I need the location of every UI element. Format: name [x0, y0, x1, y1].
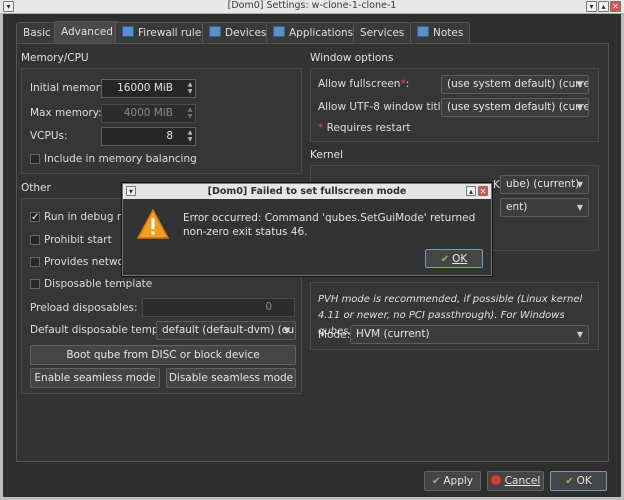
- fullscreen-label: Allow fullscreen*:: [318, 78, 410, 90]
- enable-seamless-button[interactable]: Enable seamless mode: [30, 368, 160, 388]
- initial-memory-stepper[interactable]: ▲ ▼: [186, 81, 194, 95]
- ok-check-icon: ✔: [431, 476, 441, 487]
- utf8-titles-label: Allow UTF-8 window titles*:: [318, 101, 461, 113]
- chevron-down-icon: ▼: [576, 203, 583, 212]
- mode-label: Mode:: [318, 329, 351, 341]
- warning-icon: [136, 208, 170, 242]
- chevron-down-icon: ▼: [576, 330, 583, 339]
- dialog-title: [Dom0] Failed to set fullscreen mode: [123, 184, 491, 199]
- initial-memory-field[interactable]: 16000 MiB: [101, 79, 196, 98]
- kernel-title: Kernel: [310, 149, 343, 161]
- other-title: Other: [21, 182, 51, 194]
- debug-mode-checkbox[interactable]: ✓: [30, 212, 40, 223]
- chevron-down-icon: ▼: [576, 103, 583, 112]
- window-options-title: Window options: [310, 52, 394, 64]
- tab-services[interactable]: Services: [353, 22, 412, 43]
- prohibit-start-checkbox[interactable]: [30, 235, 40, 245]
- kernel-select[interactable]: ube) (current) ▼: [500, 175, 589, 194]
- maximize-icon[interactable]: ▴: [598, 1, 609, 12]
- window-menu-icon[interactable]: ▾: [3, 1, 14, 12]
- initial-memory-label: Initial memory:: [30, 82, 110, 94]
- cancel-icon: [490, 475, 501, 485]
- requires-restart-note: * Requires restart: [318, 122, 411, 134]
- max-memory-stepper[interactable]: ▲ ▼: [186, 106, 194, 120]
- dialog-ok-button[interactable]: ✔ OK: [425, 249, 483, 268]
- ok-button[interactable]: ✔ OK: [550, 471, 607, 491]
- minimize-icon[interactable]: ▾: [586, 1, 597, 12]
- window-titlebar: [Dom0] Settings: w-clone-1-clone-1: [0, 0, 624, 14]
- dialog-menu-icon[interactable]: ▾: [126, 186, 136, 196]
- kernel-options-select[interactable]: ent) ▼: [500, 198, 589, 217]
- default-disposable-select[interactable]: default (default-dvm) (curre ▼: [156, 321, 296, 340]
- vcpus-label: VCPUs:: [30, 130, 68, 142]
- applications-icon: [273, 26, 285, 37]
- dialog-message: Error occurred: Command 'qubes.SetGuiMod…: [183, 212, 476, 238]
- cancel-button[interactable]: Cancel: [487, 471, 544, 491]
- memory-balancing-label: Include in memory balancing: [44, 153, 197, 165]
- error-dialog: [Dom0] Failed to set fullscreen mode ▾ ▴…: [122, 183, 492, 276]
- vcpus-stepper[interactable]: ▲ ▼: [186, 129, 194, 143]
- chevron-down-icon: ▼: [283, 326, 290, 335]
- preload-disposables-label: Preload disposables:: [30, 302, 138, 314]
- close-icon[interactable]: ✕: [610, 1, 621, 12]
- max-memory-label: Max memory:: [30, 107, 102, 119]
- prohibit-start-label: Prohibit start: [44, 234, 112, 246]
- disable-seamless-button[interactable]: Disable seamless mode: [166, 368, 296, 388]
- devices-icon: [209, 26, 221, 37]
- preload-disposables-field[interactable]: 0: [142, 298, 295, 317]
- mode-select[interactable]: HVM (current) ▼: [350, 325, 589, 344]
- memory-balancing-checkbox[interactable]: [30, 154, 40, 164]
- tab-devices[interactable]: Devices: [202, 22, 274, 43]
- firewall-icon: [122, 26, 134, 37]
- provides-network-label: Provides network: [44, 256, 135, 268]
- memory-cpu-title: Memory/CPU: [21, 52, 89, 64]
- apply-button[interactable]: ✔ Apply: [424, 471, 481, 491]
- chevron-down-icon: ▼: [576, 80, 583, 89]
- dialog-close-icon[interactable]: ✕: [478, 186, 488, 196]
- fullscreen-select[interactable]: (use system default) (current)▼: [441, 75, 589, 94]
- tab-basic[interactable]: Basic: [16, 22, 58, 43]
- disposable-template-label: Disposable template: [44, 278, 153, 290]
- utf8-titles-select[interactable]: (use system default) (current)▼: [441, 98, 589, 117]
- disposable-template-checkbox[interactable]: [30, 279, 40, 289]
- tab-applications[interactable]: Applications: [266, 22, 361, 43]
- chevron-down-icon: ▼: [576, 180, 583, 189]
- tab-advanced[interactable]: Advanced: [54, 21, 120, 44]
- vcpus-field[interactable]: 8: [101, 127, 196, 146]
- notes-icon: [417, 26, 429, 37]
- tab-firewall-rules[interactable]: Firewall rules: [115, 22, 214, 43]
- tab-notes[interactable]: Notes: [410, 22, 471, 43]
- ok-check-icon: ✔: [440, 254, 450, 265]
- dialog-help-icon[interactable]: ▴: [466, 186, 476, 196]
- ok-check-icon: ✔: [565, 476, 574, 487]
- window-title: [Dom0] Settings: w-clone-1-clone-1: [227, 0, 397, 11]
- boot-from-disc-button[interactable]: Boot qube from DISC or block device: [30, 345, 296, 365]
- max-memory-field[interactable]: 4000 MiB: [101, 104, 196, 123]
- provides-network-checkbox[interactable]: [30, 257, 40, 267]
